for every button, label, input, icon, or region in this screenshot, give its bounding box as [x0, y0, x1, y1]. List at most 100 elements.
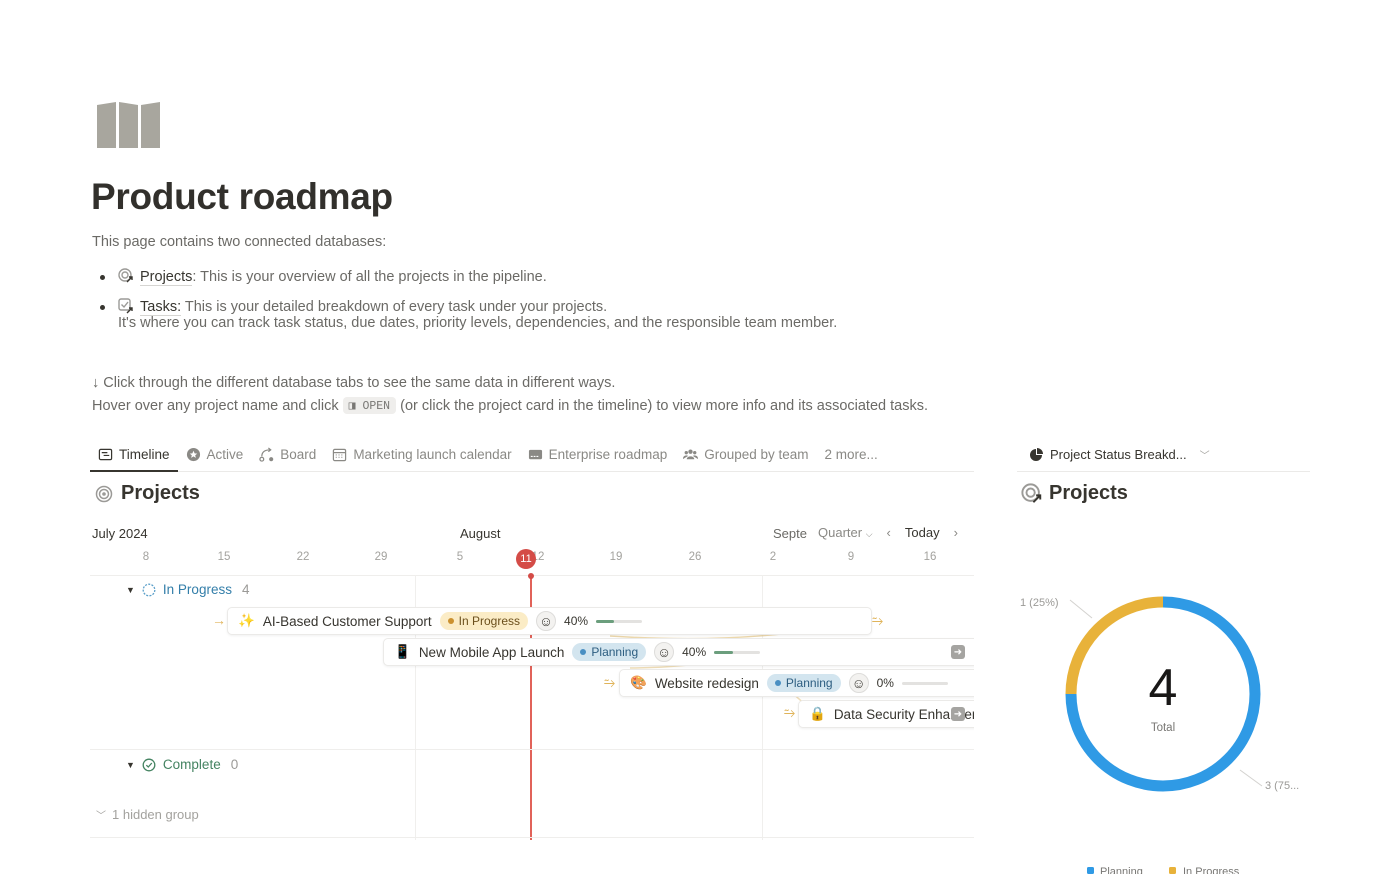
tab-timeline[interactable]: Timeline [90, 438, 178, 472]
palette-icon: 🎨 [630, 675, 647, 690]
tab-marketing-launch-calendar[interactable]: Marketing launch calendar [324, 438, 519, 471]
label-leader-line [1239, 769, 1263, 787]
day-label: 19 [609, 551, 623, 563]
progress-bar [714, 650, 761, 654]
projects-db-icon [118, 268, 133, 283]
tab-grouped-by-team[interactable]: Grouped by team [675, 438, 816, 471]
tab-label: Active [206, 447, 244, 462]
hint-post: (or click the project card in the timeli… [400, 398, 928, 414]
day-label: 29 [374, 551, 388, 563]
slice-label-planning: 3 (75... [1265, 780, 1299, 792]
avatar: ☺ [654, 642, 675, 662]
status-badge: In Progress [439, 612, 529, 630]
day-label: 9 [847, 551, 855, 563]
project-card[interactable]: ✨ AI-Based Customer Support In Progress … [227, 607, 872, 635]
slice-label-in-progress: 1 (25%) [1020, 597, 1059, 609]
status-label: Planning [785, 676, 833, 690]
database-title-text[interactable]: Projects [121, 482, 200, 505]
view-tabs: Timeline Active Board Marketing launch c… [90, 438, 974, 472]
day-label: 5 [456, 551, 464, 563]
tasks-link[interactable]: Tasks: [140, 299, 182, 316]
month-label: Septe [773, 526, 807, 541]
status-badge: Planning [766, 674, 841, 692]
hidden-groups-label: 1 hidden group [112, 807, 199, 822]
intro-text: This page contains two connected databas… [92, 234, 387, 250]
day-label: 8 [142, 551, 150, 563]
timeline-view: July 2024 August Septe Quarter ⌵ ‹ Today… [90, 518, 974, 840]
donut-chart: 1 (25%) 3 (75... 4 Total Planning In Pro… [1020, 596, 1299, 874]
open-arrow-icon[interactable]: ➜ [951, 645, 965, 659]
lock-icon: 🔒 [809, 706, 826, 721]
prev-arrow-icon[interactable]: ‹ [887, 525, 891, 540]
today-marker-pin [528, 573, 534, 579]
team-icon [683, 449, 699, 460]
progress-text: 40% [682, 645, 707, 659]
tab-label: 2 more... [824, 447, 878, 462]
chart-database-title: Projects [1021, 482, 1128, 505]
collapse-triangle-icon[interactable]: ▼ [126, 760, 135, 770]
legend-swatch-planning [1087, 867, 1094, 874]
next-arrow-icon[interactable]: › [954, 525, 958, 540]
project-card[interactable]: 🔒 Data Security Enhancement [798, 700, 974, 728]
projects-db-icon [1021, 482, 1042, 503]
donut-total-value: 4 [1149, 659, 1178, 717]
tab-label: Timeline [119, 446, 170, 462]
avatar: ☺ [536, 611, 557, 631]
dependency-arrow-icon: ⥲ [784, 704, 796, 720]
donut-total-label: Total [1151, 722, 1175, 734]
timeline-icon [98, 448, 113, 460]
day-label: 22 [296, 551, 310, 563]
project-name: AI-Based Customer Support [262, 613, 432, 629]
database-title: Projects [95, 482, 200, 505]
dependency-arrow-icon: ⥲ [872, 612, 884, 628]
progress-text: 40% [564, 614, 589, 628]
group-name: In Progress [162, 582, 232, 597]
progress-bar [901, 681, 948, 685]
chart-view-selector[interactable]: Project Status Breakd... ﹀ [1017, 438, 1310, 472]
scale-select[interactable]: Quarter ⌵ [818, 525, 873, 540]
tab-enterprise-roadmap[interactable]: Enterprise roadmap [520, 438, 676, 471]
tab-board[interactable]: Board [251, 438, 324, 471]
status-label: In Progress [458, 614, 521, 628]
hint-pre: Hover over any project name and click [92, 398, 339, 414]
tab-label: Board [280, 447, 317, 462]
month-label: August [460, 526, 501, 541]
status-complete-icon [142, 758, 156, 771]
projects-link[interactable]: Projects [140, 269, 193, 286]
today-marker: 11 [516, 549, 536, 569]
legend-label-planning[interactable]: Planning [1100, 866, 1143, 874]
day-label: 2 [769, 551, 777, 563]
project-name: New Mobile App Launch [418, 644, 565, 660]
progress-bar [596, 619, 643, 623]
chart-view-label: Project Status Breakd... [1050, 447, 1187, 462]
dependency-arrow-icon: → [212, 612, 226, 628]
project-card[interactable]: 📱 New Mobile App Launch Planning ☺ 40% [383, 638, 974, 666]
group-count: 4 [241, 582, 250, 597]
group-in-progress[interactable]: ▼ In Progress 4 [126, 582, 249, 597]
target-icon [95, 485, 113, 502]
sparkles-icon: ✨ [238, 613, 255, 628]
group-complete[interactable]: ▼ Complete 0 [126, 757, 238, 772]
calendar-icon [333, 448, 347, 462]
mobile-phone-icon: 📱 [394, 644, 411, 659]
hint-text-open: Hover over any project name and click ◨ … [92, 397, 928, 414]
avatar: ☺ [848, 673, 869, 693]
day-label: 16 [923, 551, 937, 563]
tab-more[interactable]: 2 more... [817, 438, 886, 471]
tab-active[interactable]: Active [178, 438, 252, 471]
open-arrow-icon[interactable]: ➜ [951, 707, 965, 721]
day-label: 15 [217, 551, 231, 563]
tab-label: Enterprise roadmap [548, 447, 668, 462]
group-count: 0 [230, 757, 239, 772]
chevron-down-icon: ﹀ [1199, 451, 1210, 462]
today-button[interactable]: Today [905, 525, 940, 540]
collapse-triangle-icon[interactable]: ▼ [126, 585, 135, 595]
project-name: Website redesign [654, 675, 759, 691]
pie-chart-icon [1030, 447, 1043, 461]
project-card[interactable]: 🎨 Website redesign Planning ☺ 0% [619, 669, 974, 697]
chart-title-text[interactable]: Projects [1049, 482, 1128, 505]
status-in-progress-icon [142, 583, 156, 596]
card-icon [528, 449, 542, 460]
hidden-groups-toggle[interactable]: ﹀ 1 hidden group [96, 807, 199, 822]
legend-label-in-progress[interactable]: In Progress [1183, 866, 1240, 874]
